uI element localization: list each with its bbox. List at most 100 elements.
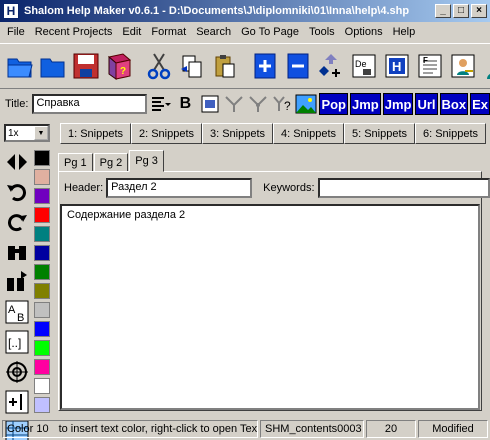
menu-format[interactable]: Format (146, 26, 191, 38)
expand-button[interactable] (4, 149, 30, 175)
keywords-input[interactable] (317, 178, 490, 198)
minimize-button[interactable]: _ (435, 4, 451, 18)
menu-search[interactable]: Search (191, 26, 236, 38)
status-hint: Color 10 to insert text color, right-cli… (2, 420, 258, 438)
svg-text:F: F (423, 56, 428, 65)
copy-icon (181, 55, 202, 78)
menu-edit[interactable]: Edit (117, 26, 146, 38)
snippet-button-5[interactable]: 5: Snippets (344, 123, 415, 144)
image-button[interactable] (199, 93, 221, 115)
color-swatch[interactable] (34, 283, 50, 299)
tab-pg3[interactable]: Pg 3 (129, 150, 164, 172)
paste-icon (215, 55, 235, 78)
page-panel: Header: Раздел 2 Keywords: Содержание ра… (58, 171, 490, 411)
target-icon (6, 361, 28, 383)
color-swatch[interactable] (34, 340, 50, 356)
close-button[interactable]: × (471, 4, 487, 18)
landscape-picture-icon (295, 94, 317, 114)
snippet-button-2[interactable]: 2: Snippets (131, 123, 202, 144)
left-toolbar: AB [..] (4, 149, 30, 440)
help-book-icon: ? (107, 53, 132, 80)
user-button[interactable] (480, 48, 490, 84)
jmp-button[interactable]: Jmp (350, 93, 381, 115)
bold-button[interactable]: B (173, 93, 197, 115)
query-icon: ? (273, 96, 291, 113)
help-book-button[interactable]: ? (103, 48, 135, 84)
color-swatch[interactable] (34, 169, 50, 185)
menu-recent-projects[interactable]: Recent Projects (30, 26, 118, 38)
menu-go-to-page[interactable]: Go To Page (236, 26, 304, 38)
snippet-button-6[interactable]: 6: Snippets (415, 123, 486, 144)
menu-options[interactable]: Options (340, 26, 388, 38)
jmp-external-button[interactable]: Jmp (382, 93, 414, 115)
status-color: Color 10 (7, 423, 49, 435)
undo-button[interactable] (4, 179, 30, 205)
copy-button[interactable] (176, 48, 208, 84)
menu-file[interactable]: File (2, 26, 30, 38)
color-swatch[interactable] (34, 302, 50, 318)
find-button[interactable] (4, 239, 30, 265)
save-icon (73, 53, 99, 79)
bracket-button[interactable]: [..] (4, 329, 30, 355)
color-swatch[interactable] (34, 378, 50, 394)
move-page-button[interactable] (315, 48, 347, 84)
query-button[interactable]: ? (271, 93, 293, 115)
f-button[interactable]: F (414, 48, 446, 84)
color-swatch[interactable] (34, 359, 50, 375)
user-key-button[interactable] (447, 48, 479, 84)
color-swatch[interactable] (34, 397, 50, 413)
align-button[interactable] (149, 93, 172, 115)
color-swatch[interactable] (34, 207, 50, 223)
color-swatch[interactable] (34, 188, 50, 204)
title-label: Title: (5, 98, 29, 110)
svg-text:B: B (17, 312, 24, 324)
tab-pg2[interactable]: Pg 2 (93, 153, 129, 172)
snippet-button-4[interactable]: 4: Snippets (273, 123, 344, 144)
status-contents: SHM_contents0003 (260, 420, 364, 438)
image-icon (201, 95, 219, 113)
tree-icon (225, 96, 244, 112)
save-button[interactable] (70, 48, 102, 84)
paste-button[interactable] (209, 48, 241, 84)
color-swatch[interactable] (34, 321, 50, 337)
snippet-button-3[interactable]: 3: Snippets (202, 123, 273, 144)
remove-page-button[interactable] (282, 48, 314, 84)
color-swatch[interactable] (34, 264, 50, 280)
add-page-button[interactable] (249, 48, 281, 84)
cut-button[interactable] (143, 48, 175, 84)
redo-button[interactable] (4, 209, 30, 235)
title-bar: H Shalom Help Maker v0.6.1 - D:\Document… (0, 0, 490, 22)
color-swatch[interactable] (34, 150, 50, 166)
tree2-button[interactable] (247, 93, 269, 115)
content-editor[interactable]: Содержание раздела 2 (60, 204, 480, 410)
header-label: Header: (64, 182, 104, 194)
pop-button[interactable]: Pop (319, 93, 348, 115)
find-next-button[interactable] (4, 269, 30, 295)
menu-tools[interactable]: Tools (304, 26, 340, 38)
color-swatch[interactable] (34, 226, 50, 242)
user-icon (487, 73, 490, 79)
svg-text:H: H (392, 59, 401, 74)
new-folder-button[interactable] (37, 48, 69, 84)
tree-button[interactable] (223, 93, 245, 115)
maximize-button[interactable]: □ (453, 4, 469, 18)
box-button[interactable]: Box (439, 93, 469, 115)
open-folder-button[interactable] (4, 48, 36, 84)
menu-help[interactable]: Help (388, 26, 421, 38)
move-page-icon (319, 54, 340, 77)
title-input[interactable]: Справка (32, 94, 148, 114)
url-button[interactable]: Url (415, 93, 438, 115)
insert-break-button[interactable] (4, 389, 30, 415)
color-swatch[interactable] (34, 245, 50, 261)
tab-pg1[interactable]: Pg 1 (58, 153, 93, 172)
svg-text:A: A (8, 304, 16, 316)
target-button[interactable] (4, 359, 30, 385)
picture-button[interactable] (295, 93, 317, 115)
de-button[interactable]: De (348, 48, 380, 84)
h-button[interactable]: H (381, 48, 413, 84)
header-input[interactable]: Раздел 2 (106, 178, 253, 198)
zoom-select[interactable]: 1x ▼ (4, 124, 50, 142)
snippet-button-1[interactable]: 1: Snippets (60, 123, 131, 144)
ex-button[interactable]: Ex (470, 93, 490, 115)
replace-button[interactable]: AB (4, 299, 30, 325)
